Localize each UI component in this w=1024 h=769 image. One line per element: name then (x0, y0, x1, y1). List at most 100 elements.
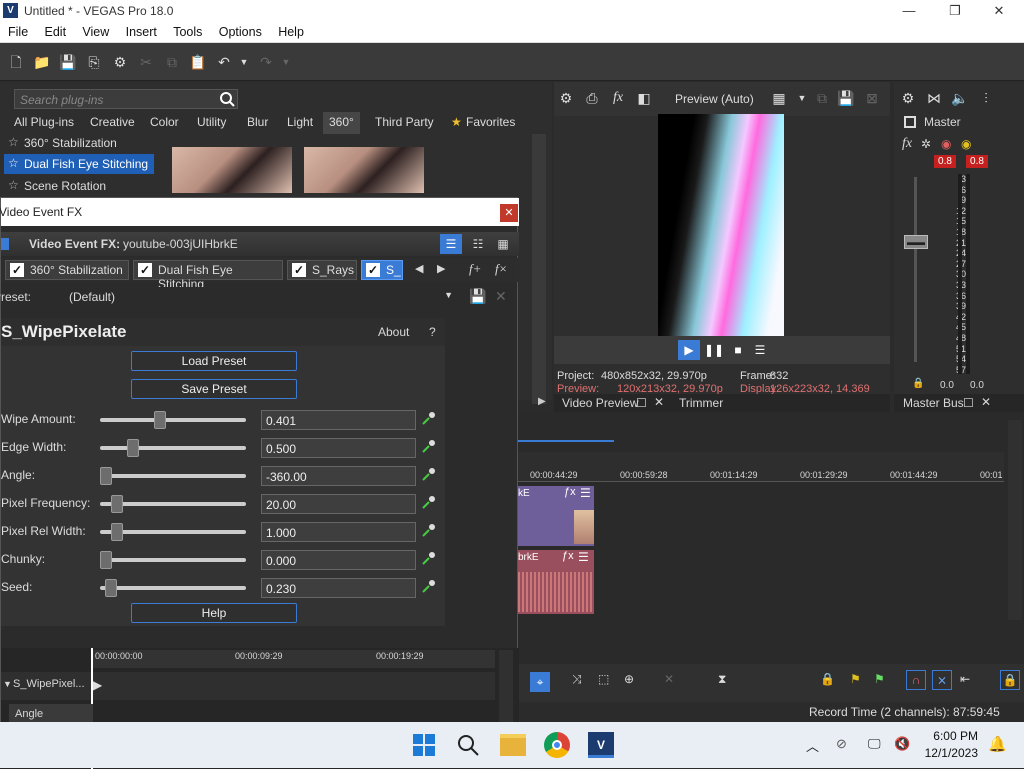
clock-date[interactable]: 12/1/2023 (916, 746, 978, 760)
tab-arrow-icon[interactable]: ▶ (538, 396, 546, 407)
envelope-tool-icon[interactable]: ⤨ (572, 672, 582, 687)
zoom-tool-icon[interactable]: ⊕ (624, 672, 634, 686)
plugin-item-dual-fish-eye[interactable]: ☆ Dual Fish Eye Stitching (4, 154, 154, 174)
redo-icon[interactable]: ↷ (256, 52, 276, 72)
add-fx-icon[interactable]: f+ (469, 261, 481, 277)
stop-icon[interactable]: ■ (728, 340, 748, 360)
file-explorer-icon[interactable] (500, 734, 526, 756)
param-slider[interactable] (100, 474, 246, 478)
copy-snapshot-icon[interactable]: ⧉ (812, 88, 832, 108)
param-slider-knob[interactable] (110, 523, 123, 541)
checkbox-checked-icon[interactable]: ✓ (366, 263, 380, 277)
overlay-dropdown-icon[interactable]: ▼ (792, 88, 812, 108)
keyframe-ruler[interactable]: 00:00:00:00 00:00:09:29 00:00:19:29 (93, 650, 495, 668)
lock-icon[interactable]: 🔒 (912, 378, 924, 389)
close-window-button[interactable]: ✕ (976, 0, 1022, 22)
mixer-settings-gear-icon[interactable]: ⚙ (898, 88, 918, 108)
region-icon[interactable]: ⚑ (874, 672, 885, 686)
minimize-button[interactable]: — (886, 0, 932, 22)
timeline-vscroll[interactable] (1008, 420, 1022, 620)
chain-item-360-stabilization[interactable]: ✓ 360° Stabilization (5, 260, 129, 280)
vegas-taskbar-icon[interactable]: V (588, 732, 614, 758)
about-button[interactable]: About (378, 325, 409, 339)
animate-keyframe-icon[interactable] (420, 466, 438, 484)
fx-icon[interactable]: fx (608, 88, 628, 108)
copy-icon[interactable]: ⧉ (162, 52, 182, 72)
split-screen-icon[interactable]: ◧ (634, 88, 654, 108)
param-value-input[interactable]: 0.230 (261, 578, 416, 598)
master-checkbox[interactable] (904, 116, 916, 128)
single-view-icon[interactable]: ☰ (440, 234, 462, 254)
close-tab-icon[interactable]: ✕ (981, 395, 991, 409)
checkbox-checked-icon[interactable]: ✓ (292, 263, 306, 277)
param-value-input[interactable]: 20.00 (261, 494, 416, 514)
plugin-item-scene-rotation[interactable]: ☆ Scene Rotation (4, 176, 154, 196)
event-fx-icon[interactable]: ƒx (564, 486, 576, 498)
param-slider-knob[interactable] (110, 495, 123, 513)
paste-icon[interactable]: 📋 (188, 52, 208, 72)
restore-button[interactable]: ❐ (932, 0, 978, 22)
chain-left-arrow-icon[interactable]: ◀ (415, 262, 423, 275)
video-event[interactable]: kE ƒx ☰ (518, 486, 594, 546)
menu-insert[interactable]: Insert (126, 22, 157, 39)
tab-favorites[interactable]: Favorites (466, 115, 515, 129)
tab-creative[interactable]: Creative (90, 115, 135, 129)
fx-icon[interactable]: fx (902, 136, 912, 152)
param-slider-knob[interactable] (100, 467, 112, 485)
close-tab-icon[interactable]: ✕ (654, 395, 664, 409)
pan-icon[interactable]: ✲ (921, 137, 931, 151)
param-slider-knob[interactable] (153, 411, 166, 429)
param-slider[interactable] (100, 418, 246, 422)
redo-dropdown-icon[interactable]: ▼ (276, 52, 296, 72)
help-question-button[interactable]: ? (429, 325, 436, 339)
tab-utility[interactable]: Utility (197, 115, 226, 129)
expand-icon[interactable]: ▼ (3, 679, 12, 689)
faders-icon[interactable]: ⫶ (976, 88, 996, 108)
param-slider-knob[interactable] (105, 579, 118, 597)
tab-all-plugins[interactable]: All Plug-ins (14, 115, 74, 129)
menu-help[interactable]: Help (278, 22, 304, 39)
tab-video-preview[interactable]: Video Preview (562, 396, 639, 410)
help-button[interactable]: Help (131, 603, 297, 623)
param-slider-knob[interactable] (100, 551, 112, 569)
solo-icon[interactable]: ◉ (961, 137, 971, 151)
param-value-input[interactable]: 1.000 (261, 522, 416, 542)
animate-keyframe-icon[interactable] (420, 578, 438, 596)
menu-edit[interactable]: Edit (45, 22, 67, 39)
undo-icon[interactable]: ↶ (214, 52, 234, 72)
toggle-icon[interactable]: ⊠ (862, 88, 882, 108)
play-icon[interactable]: ▶ (678, 340, 700, 360)
properties-gear-icon[interactable]: ⚙ (110, 52, 130, 72)
menu-icon[interactable]: ☰ (750, 340, 770, 360)
master-fader-knob[interactable]: ▬▬ (904, 235, 928, 249)
pause-icon[interactable]: ❚❚ (704, 340, 724, 360)
normal-edit-tool-icon[interactable]: ⌖ (530, 672, 550, 692)
param-value-input[interactable]: 0.500 (261, 438, 416, 458)
new-file-icon[interactable]: 🗋 (6, 52, 26, 72)
delete-preset-icon[interactable]: ✕ (495, 288, 507, 305)
network-icon[interactable]: ⊘ (836, 736, 847, 752)
undo-dropdown-icon[interactable]: ▼ (234, 52, 254, 72)
ripple-edit-icon[interactable]: ⇤ (960, 672, 970, 686)
snapping-magnet-icon[interactable]: ∩ (906, 670, 926, 690)
chain-item-s-rays[interactable]: ✓ S_Rays (287, 260, 357, 280)
animate-keyframe-icon[interactable] (420, 438, 438, 456)
undock-icon[interactable]: ☐ (636, 396, 647, 410)
param-slider-knob[interactable] (126, 439, 139, 457)
lock-event-icon[interactable]: 🔒 (820, 672, 835, 686)
param-value-input[interactable]: -360.00 (261, 466, 416, 486)
delete-icon[interactable]: ✕ (664, 672, 674, 686)
clock-time[interactable]: 6:00 PM (926, 729, 978, 743)
save-snapshot-icon[interactable]: 💾 (836, 88, 856, 108)
remove-fx-icon[interactable]: f× (495, 261, 507, 277)
master-fader-track[interactable] (914, 177, 917, 362)
menu-options[interactable]: Options (219, 22, 262, 39)
mute-icon[interactable]: ◉ (941, 137, 951, 151)
tab-blur[interactable]: Blur (247, 115, 268, 129)
plugin-scrollbar[interactable] (532, 134, 546, 404)
animate-keyframe-icon[interactable] (420, 494, 438, 512)
chain-item-dual-fish-eye[interactable]: ✓ Dual Fish Eye Stitching (133, 260, 283, 291)
animate-keyframe-icon[interactable] (420, 550, 438, 568)
plugin-search-input[interactable]: Search plug-ins (14, 89, 238, 109)
tab-color[interactable]: Color (150, 115, 179, 129)
